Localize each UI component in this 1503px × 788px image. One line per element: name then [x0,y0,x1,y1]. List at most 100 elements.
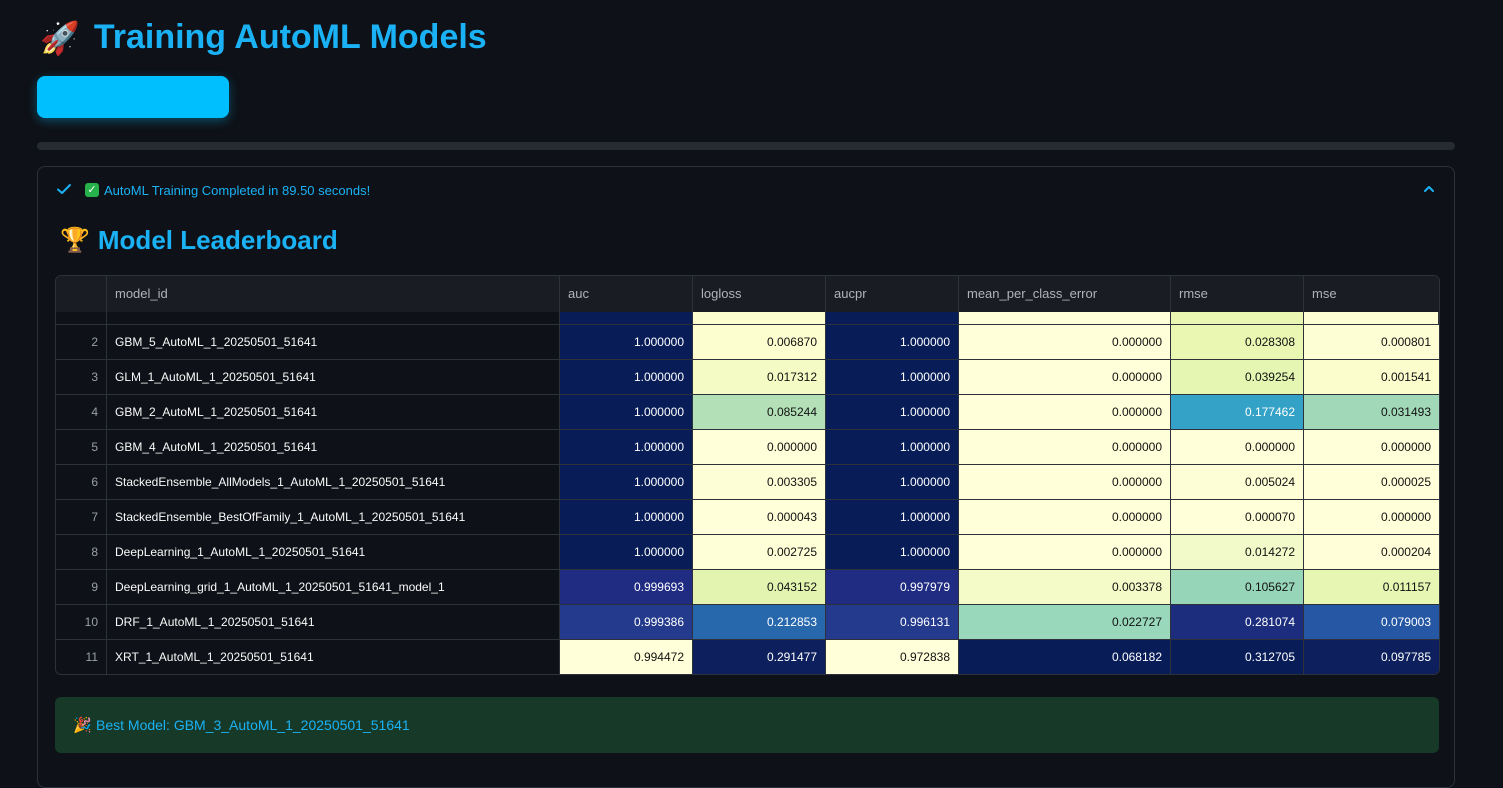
cell-model-id[interactable]: GBM_4_AutoML_1_20250501_51641 [107,430,560,465]
leaderboard-table[interactable]: model_id auc logloss aucpr mean_per_clas… [55,275,1440,675]
column-header-logloss[interactable]: logloss [693,276,826,312]
cell-aucpr[interactable]: 1.000000 [826,360,959,395]
cell-rmse[interactable]: 0.014272 [1171,535,1304,570]
cell-aucpr[interactable]: 1.000000 [826,535,959,570]
column-header-aucpr[interactable]: aucpr [826,276,959,312]
table-row[interactable]: 3 GLM_1_AutoML_1_20250501_51641 1.000000 0.… [56,360,1439,395]
cell-mse[interactable]: 0.097785 [1304,640,1439,674]
cell-mse[interactable]: 0.000000 [1304,430,1439,465]
cell-index[interactable]: 7 [56,500,107,535]
cell-mse[interactable]: 0.079003 [1304,605,1439,640]
cell-aucpr[interactable]: 1.000000 [826,500,959,535]
cell-logloss[interactable]: 0.000043 [693,500,826,535]
cell-aucpr[interactable]: 1.000000 [826,395,959,430]
cell-model-id[interactable]: GBM_2_AutoML_1_20250501_51641 [107,395,560,430]
table-row[interactable]: 6 StackedEnsemble_AllModels_1_AutoML_1_20… [56,465,1439,500]
cell-logloss[interactable]: 0.002725 [693,535,826,570]
train-button[interactable] [37,76,229,118]
cell-mse[interactable]: 0.000025 [1304,465,1439,500]
cell-rmse[interactable]: 0.000000 [1171,430,1304,465]
cell-rmse[interactable]: 0.281074 [1171,605,1304,640]
cell-index[interactable]: 9 [56,570,107,605]
cell-rmse[interactable]: 0.177462 [1171,395,1304,430]
cell-aucpr[interactable]: 0.972838 [826,640,959,674]
cell-mse[interactable]: 0.000204 [1304,535,1439,570]
cell-index[interactable]: 8 [56,535,107,570]
cell-auc[interactable]: 1.000000 [560,325,693,360]
cell-model-id[interactable]: XRT_1_AutoML_1_20250501_51641 [107,640,560,674]
cell-auc[interactable]: 1.000000 [560,430,693,465]
cell-model-id[interactable]: GBM_5_AutoML_1_20250501_51641 [107,325,560,360]
cell-auc[interactable]: 0.994472 [560,640,693,674]
cell-aucpr[interactable]: 1.000000 [826,325,959,360]
cell-logloss[interactable]: 0.212853 [693,605,826,640]
cell-index[interactable]: 10 [56,605,107,640]
table-row[interactable]: 4 GBM_2_AutoML_1_20250501_51641 1.000000 0.… [56,395,1439,430]
cell-index[interactable]: 6 [56,465,107,500]
cell-model-id[interactable]: DeepLearning_1_AutoML_1_20250501_51641 [107,535,560,570]
cell-model-id[interactable]: GLM_1_AutoML_1_20250501_51641 [107,360,560,395]
cell-auc[interactable]: 1.000000 [560,360,693,395]
cell-aucpr[interactable]: 0.996131 [826,605,959,640]
column-header-mean-per-class-error[interactable]: mean_per_class_error [959,276,1171,312]
cell-logloss[interactable]: 0.043152 [693,570,826,605]
cell-rmse[interactable]: 0.105627 [1171,570,1304,605]
cell-model-id[interactable]: DeepLearning_grid_1_AutoML_1_20250501_51… [107,570,560,605]
cell-mean-per-class-error[interactable]: 0.000000 [959,500,1171,535]
cell-mean-per-class-error[interactable]: 0.000000 [959,325,1171,360]
cell-logloss[interactable]: 0.017312 [693,360,826,395]
column-header-auc[interactable]: auc [560,276,693,312]
cell-aucpr[interactable]: 0.997979 [826,570,959,605]
cell-index[interactable]: 4 [56,395,107,430]
cell-auc[interactable]: 1.000000 [560,500,693,535]
cell-logloss[interactable]: 0.085244 [693,395,826,430]
cell-rmse[interactable]: 0.028308 [1171,325,1304,360]
cell-mean-per-class-error[interactable]: 0.022727 [959,605,1171,640]
table-row[interactable]: 11 XRT_1_AutoML_1_20250501_51641 0.994472 0… [56,640,1439,674]
cell-auc[interactable]: 0.999693 [560,570,693,605]
cell-mean-per-class-error[interactable]: 0.000000 [959,430,1171,465]
cell-logloss[interactable]: 0.291477 [693,640,826,674]
column-header-index[interactable] [56,276,107,312]
cell-mse[interactable]: 0.031493 [1304,395,1439,430]
cell-mse[interactable]: 0.011157 [1304,570,1439,605]
cell-aucpr[interactable]: 1.000000 [826,465,959,500]
cell-index[interactable]: 11 [56,640,107,674]
cell-mean-per-class-error[interactable]: 0.003378 [959,570,1171,605]
cell-model-id[interactable]: DRF_1_AutoML_1_20250501_51641 [107,605,560,640]
cell-auc[interactable]: 1.000000 [560,535,693,570]
cell-index[interactable]: 5 [56,430,107,465]
cell-mean-per-class-error[interactable]: 0.000000 [959,535,1171,570]
cell-model-id[interactable]: StackedEnsemble_BestOfFamily_1_AutoML_1_… [107,500,560,535]
cell-model-id[interactable]: StackedEnsemble_AllModels_1_AutoML_1_202… [107,465,560,500]
cell-mean-per-class-error[interactable]: 0.000000 [959,360,1171,395]
cell-auc[interactable]: 1.000000 [560,395,693,430]
cell-aucpr[interactable]: 1.000000 [826,430,959,465]
table-row[interactable]: 2 GBM_5_AutoML_1_20250501_51641 1.000000 0.… [56,325,1439,360]
table-row[interactable]: 5 GBM_4_AutoML_1_20250501_51641 1.000000 0.… [56,430,1439,465]
table-row[interactable]: 7 StackedEnsemble_BestOfFamily_1_AutoML_1… [56,500,1439,535]
cell-mean-per-class-error[interactable]: 0.068182 [959,640,1171,674]
table-row[interactable]: 8 DeepLearning_1_AutoML_1_20250501_51641 1… [56,535,1439,570]
chevron-up-icon[interactable] [1422,182,1436,196]
cell-rmse[interactable]: 0.005024 [1171,465,1304,500]
column-header-model-id[interactable]: model_id [107,276,560,312]
cell-mse[interactable]: 0.000801 [1304,325,1439,360]
cell-index[interactable]: 3 [56,360,107,395]
column-header-rmse[interactable]: rmse [1171,276,1304,312]
cell-index[interactable]: 2 [56,325,107,360]
cell-rmse[interactable]: 0.312705 [1171,640,1304,674]
table-row[interactable]: 10 DRF_1_AutoML_1_20250501_51641 0.999386 0… [56,605,1439,640]
cell-logloss[interactable]: 0.006870 [693,325,826,360]
cell-rmse[interactable]: 0.000070 [1171,500,1304,535]
column-header-mse[interactable]: mse [1304,276,1439,312]
cell-auc[interactable]: 1.000000 [560,465,693,500]
cell-mse[interactable]: 0.000000 [1304,500,1439,535]
table-row[interactable]: 9 DeepLearning_grid_1_AutoML_1_20250501_5… [56,570,1439,605]
cell-mean-per-class-error[interactable]: 0.000000 [959,465,1171,500]
cell-rmse[interactable]: 0.039254 [1171,360,1304,395]
expander-header[interactable]: ✓ AutoML Training Completed in 89.50 sec… [38,167,1454,213]
cell-mean-per-class-error[interactable]: 0.000000 [959,395,1171,430]
cell-auc[interactable]: 0.999386 [560,605,693,640]
cell-logloss[interactable]: 0.003305 [693,465,826,500]
